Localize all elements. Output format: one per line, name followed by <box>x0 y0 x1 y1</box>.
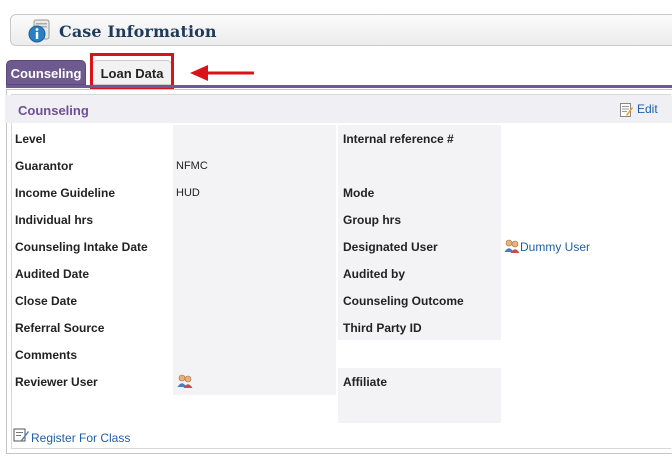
audited-by-label: Audited by <box>343 267 405 281</box>
designated-user-icon <box>504 239 520 253</box>
referral-source-label: Referral Source <box>15 321 105 335</box>
edit-link[interactable]: Edit <box>637 102 658 116</box>
intake-date-label: Counseling Intake Date <box>15 240 148 254</box>
panel-title: Counseling <box>18 103 89 118</box>
panel-header <box>5 95 672 123</box>
internal-ref-label: Internal reference # <box>343 132 454 146</box>
comments-label: Comments <box>15 348 78 362</box>
individual-hrs-label: Individual hrs <box>15 213 94 227</box>
guarantor-value: NFMC <box>176 160 208 172</box>
third-party-id-label: Third Party ID <box>343 321 422 335</box>
group-hrs-label: Group hrs <box>343 213 402 227</box>
case-info-header: Case Information <box>10 14 672 46</box>
value-column-left-bottom <box>173 395 336 423</box>
affiliate-label: Affiliate <box>343 375 388 389</box>
edit-icon[interactable] <box>620 103 633 117</box>
audited-date-label: Audited Date <box>15 267 90 281</box>
register-icon[interactable] <box>13 427 29 443</box>
designated-user-link[interactable]: Dummy User <box>520 240 590 254</box>
designated-user-label: Designated User <box>343 240 438 254</box>
tab-counseling[interactable]: Counseling <box>6 60 86 85</box>
page-title: Case Information <box>59 22 217 41</box>
level-label: Level <box>15 132 46 146</box>
guarantor-label: Guarantor <box>15 159 74 173</box>
register-for-class-link[interactable]: Register For Class <box>31 431 130 445</box>
income-guideline-value: HUD <box>176 187 200 199</box>
mode-label: Mode <box>343 186 375 200</box>
tab-underline <box>6 85 672 88</box>
income-guideline-label: Income Guideline <box>15 186 116 200</box>
outcome-label: Counseling Outcome <box>343 294 464 308</box>
arrow-annotation <box>190 65 254 81</box>
user-group-icon[interactable] <box>177 374 193 388</box>
reviewer-user-label: Reviewer User <box>15 375 98 389</box>
info-icon <box>28 19 50 43</box>
close-date-label: Close Date <box>15 294 78 308</box>
